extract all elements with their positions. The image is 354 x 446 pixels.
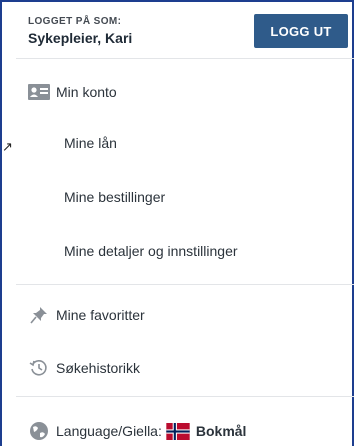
menu-item-my-account[interactable]: Min konto	[28, 81, 117, 103]
menu-item-label: Mine lån	[64, 135, 117, 151]
divider	[16, 396, 354, 397]
language-value: Bokmål	[195, 423, 247, 439]
menu-item-my-details-settings[interactable]: Mine detaljer og innstillinger	[64, 243, 238, 259]
menu-item-label: Mine detaljer og innstillinger	[64, 243, 238, 259]
logged-in-label: LOGGET PÅ SOM:	[28, 16, 122, 27]
account-header: LOGGET PÅ SOM: Sykepleier, Kari LOGG UT	[28, 10, 354, 60]
globe-icon	[28, 420, 50, 442]
panel-top-border	[0, 0, 354, 2]
menu-item-search-history[interactable]: Søkehistorikk	[28, 357, 140, 379]
id-card-icon	[28, 81, 50, 103]
menu-item-my-orders[interactable]: Mine bestillinger	[64, 189, 165, 205]
menu-item-label: Søkehistorikk	[56, 360, 141, 376]
divider	[16, 284, 354, 285]
menu-item-label: Min konto	[56, 84, 117, 100]
menu-item-label: Mine bestillinger	[64, 189, 166, 205]
language-selector[interactable]: Language/Giella: Bokmål	[28, 420, 246, 442]
divider	[16, 58, 354, 59]
logout-button[interactable]: LOGG UT	[254, 14, 348, 48]
history-icon	[28, 357, 50, 379]
panel-left-border	[0, 0, 2, 446]
pin-icon	[28, 304, 50, 326]
cursor-arrow-icon: ↗	[2, 139, 13, 154]
user-name: Sykepleier, Kari	[28, 30, 133, 46]
language-label: Language/Giella:	[56, 423, 162, 439]
menu-item-label: Mine favoritter	[56, 307, 145, 323]
menu-item-my-favorites[interactable]: Mine favoritter	[28, 304, 145, 326]
norway-flag-icon	[166, 422, 190, 440]
menu-item-my-loans[interactable]: Mine lån	[64, 135, 117, 151]
